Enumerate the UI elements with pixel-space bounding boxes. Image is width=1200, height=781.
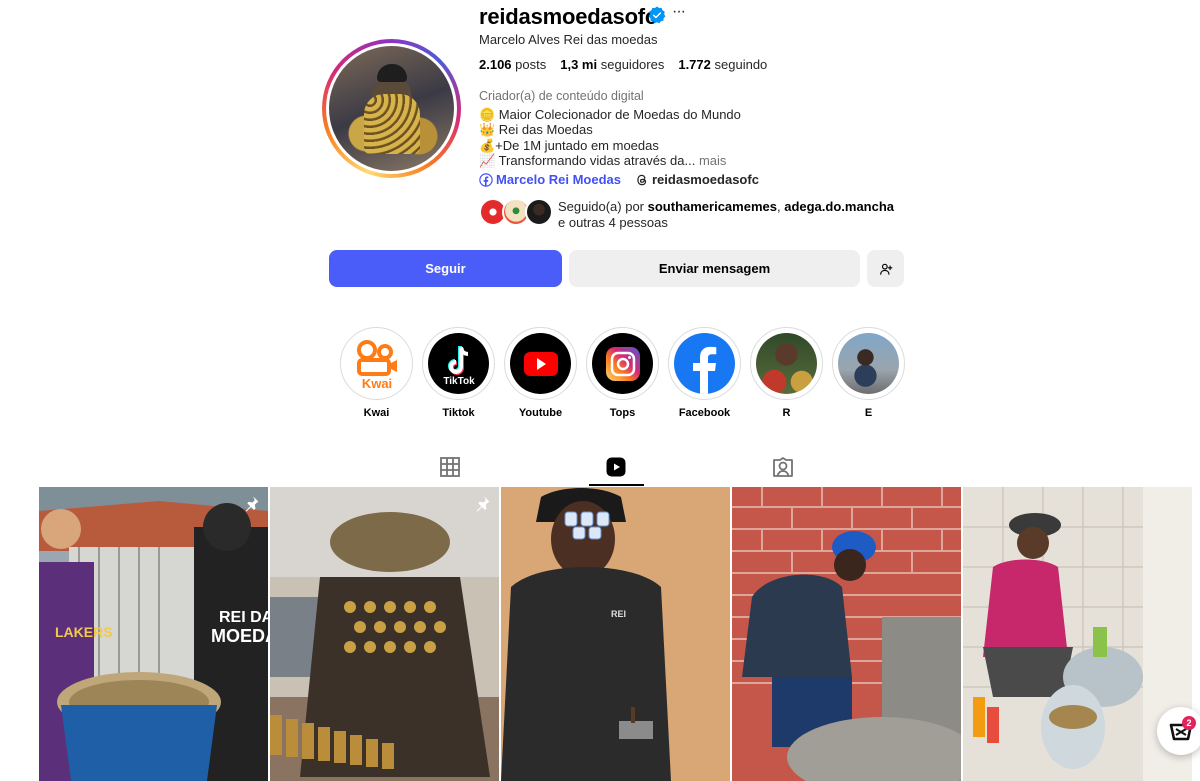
followers-count[interactable]: 1,3 mi seguidores [560,57,664,72]
highlight-label: Facebook [678,407,731,419]
highlight-kwai[interactable]: Kwai Kwai [340,327,413,419]
bio-line: 💰+De 1M juntado em moedas [479,137,659,153]
kwai-logo-icon: Kwai [346,333,407,394]
threads-link[interactable]: reidasmoedasofc [635,172,759,187]
followed-by-avatars[interactable] [479,198,555,226]
highlight-tops[interactable]: Tops [586,327,659,419]
reel-thumbnail[interactable] [270,487,499,781]
avatar-photo [329,46,454,171]
reel-thumbnail[interactable]: REI DAS MOEDAS LAKERS [39,487,268,781]
profile-links: Marcelo Rei Moedas reidasmoedasofc [479,172,759,187]
instagram-logo-icon [592,333,653,394]
svg-text:Kwai: Kwai [361,376,391,390]
highlight-facebook[interactable]: Facebook [668,327,741,419]
follow-button[interactable]: Seguir [329,250,562,287]
reel-image: REI DAS MOEDAS LAKERS [39,487,268,781]
bio-line: 🪙 Maior Colecionador de Moedas do Mundo [479,107,741,122]
facebook-icon [479,172,493,187]
highlight-label: Kwai [363,407,390,419]
send-message-button[interactable]: Enviar mensagem [569,250,860,287]
reels-icon[interactable] [604,455,628,479]
highlight-e[interactable]: E [832,327,905,419]
highlight-youtube[interactable]: Youtube [504,327,577,419]
tiktok-logo-icon: TikTok [428,333,489,394]
reel-thumbnail[interactable] [732,487,961,781]
posts-count: 2.106 posts [479,57,547,72]
svg-text:MOEDAS: MOEDAS [211,626,268,646]
tagged-icon[interactable] [771,455,795,479]
highlight-photo [838,333,899,394]
reel-thumbnail[interactable]: REI [501,487,730,781]
profile-avatar[interactable] [322,39,461,178]
profile-username: reidasmoedasofc [479,4,657,29]
followed-by-text[interactable]: Seguido(a) por southamericamemes, adega.… [558,199,898,230]
grid-icon[interactable] [438,455,462,479]
reels-grid: REI DAS MOEDAS LAKERS [39,487,1194,781]
highlight-tiktok[interactable]: TikTok Tiktok [422,327,495,419]
bio-line: 📈 Transformando vidas através da... mais [479,152,727,168]
highlight-label: R [782,407,791,419]
add-person-icon [879,263,892,275]
bio-line: 👑 Rei das Moedas [479,122,593,138]
svg-text:TikTok: TikTok [443,376,475,387]
svg-text:REI: REI [611,609,626,619]
cart-icon [1169,723,1193,741]
threads-icon [637,174,647,185]
facebook-logo-icon [674,333,735,394]
bio-more-link[interactable]: mais [699,153,726,168]
follower-avatar [525,198,553,226]
profile-bio: 🪙 Maior Colecionador de Moedas do Mundo … [479,107,741,168]
reel-image: REI [501,487,730,781]
active-tab-indicator [589,484,644,486]
highlight-r[interactable]: R [750,327,823,419]
following-count[interactable]: 1.772 seguindo [678,57,767,72]
svg-text:REI DAS: REI DAS [219,609,268,626]
highlight-label: E [864,407,873,419]
highlight-label: Tiktok [442,407,475,419]
svg-text:LAKERS: LAKERS [55,624,113,640]
cart-badge: 2 [1182,716,1196,730]
pin-icon [245,496,259,512]
reel-image [270,487,499,781]
suggested-accounts-button[interactable] [867,250,904,287]
facebook-link[interactable]: Marcelo Rei Moedas [479,172,621,187]
highlight-label: Tops [609,407,636,419]
more-options-icon[interactable]: ··· [672,3,686,21]
highlight-photo [756,333,817,394]
profile-category: Criador(a) de conteúdo digital [479,89,644,103]
highlight-label: Youtube [518,407,563,419]
reel-image [732,487,961,781]
profile-stats: 2.106 posts 1,3 mi seguidores 1.772 segu… [479,57,767,72]
youtube-logo-icon [510,333,571,394]
profile-full-name: Marcelo Alves Rei das moedas [479,32,658,47]
pin-icon [476,496,490,512]
profile-tabs [0,447,1200,487]
verified-badge-icon [648,6,666,24]
cart-button[interactable] [1157,707,1200,755]
